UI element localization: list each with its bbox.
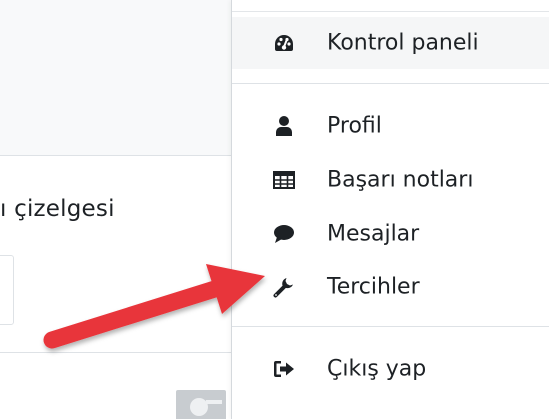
menu-item-grades[interactable]: Başarı notları [232, 154, 549, 206]
menu-item-label: Kontrol paneli [327, 30, 479, 56]
page-header-area [0, 0, 232, 156]
menu-item-dashboard[interactable]: Kontrol paneli [232, 17, 549, 69]
user-dropdown-menu: Kontrol paneli Profil Başarı notları Mes… [231, 0, 549, 419]
table-icon [272, 168, 296, 192]
user-icon [272, 114, 296, 138]
menu-top-edge [232, 0, 549, 12]
menu-item-logout[interactable]: Çıkış yap [232, 343, 549, 395]
sign-out-icon [272, 357, 296, 381]
grader-report-icon[interactable] [176, 390, 226, 419]
menu-item-label: Başarı notları [327, 167, 474, 193]
comment-icon [272, 222, 296, 246]
menu-item-label: Tercihler [327, 274, 420, 300]
menu-item-messages[interactable]: Mesajlar [232, 208, 549, 260]
menu-divider [232, 326, 549, 327]
page-title-fragment: ı çizelgesi [0, 196, 115, 222]
menu-item-preferences[interactable]: Tercihler [232, 261, 549, 313]
menu-item-label: Profil [327, 113, 382, 139]
input-field-fragment[interactable] [0, 255, 14, 325]
menu-item-label: Çıkış yap [327, 356, 427, 382]
section-divider [0, 352, 232, 353]
menu-item-profile[interactable]: Profil [232, 100, 549, 152]
menu-divider [232, 83, 549, 84]
tachometer-icon [272, 31, 296, 55]
wrench-icon [272, 275, 296, 299]
menu-item-label: Mesajlar [327, 221, 420, 247]
